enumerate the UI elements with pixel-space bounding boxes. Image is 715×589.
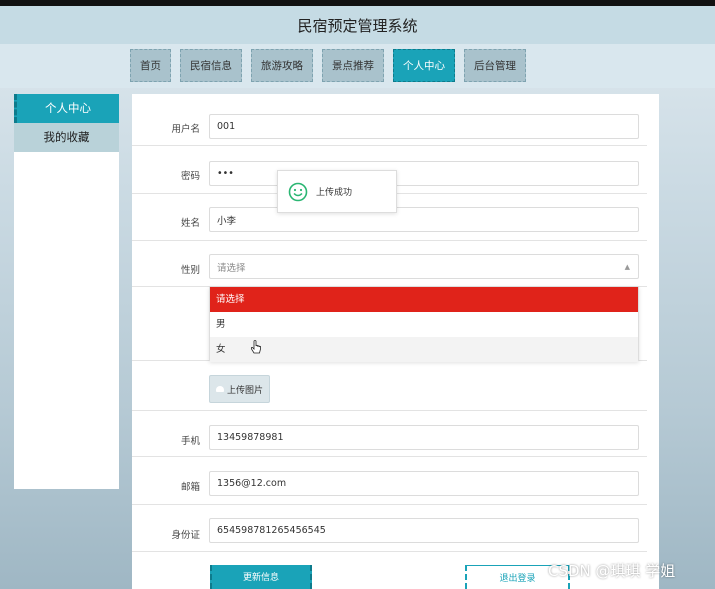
gender-label: 性别	[180, 265, 200, 276]
gender-select-value: 请选择	[217, 262, 246, 274]
upload-image-button[interactable]: 上传图片	[209, 375, 270, 403]
watermark: CSDN @琪琪 学姐	[548, 562, 676, 580]
nav-item-admin[interactable]: 后台管理	[464, 49, 526, 82]
name-input[interactable]	[209, 207, 639, 232]
smile-icon	[288, 182, 308, 201]
gender-option-placeholder[interactable]: 请选择	[210, 287, 638, 312]
sidebar-item-favorites[interactable]: 我的收藏	[14, 123, 119, 152]
username-label: 用户名	[171, 124, 200, 135]
gender-select[interactable]: 请选择 ▲	[209, 254, 639, 279]
sidebar-item-personal-center[interactable]: 个人中心	[14, 94, 119, 123]
password-label: 密码	[180, 171, 200, 182]
nav-item-homestay-info[interactable]: 民宿信息	[180, 49, 242, 82]
email-label: 邮箱	[180, 482, 200, 493]
cloud-upload-icon	[215, 386, 224, 392]
phone-input[interactable]	[209, 425, 639, 450]
idcard-label: 身份证	[171, 530, 200, 541]
phone-label: 手机	[180, 436, 200, 447]
name-label: 姓名	[180, 218, 200, 229]
toast-message: 上传成功	[277, 170, 397, 213]
nav-item-home[interactable]: 首页	[130, 49, 171, 82]
update-info-button[interactable]: 更新信息	[210, 565, 312, 589]
gender-dropdown: 请选择 男 女	[209, 286, 639, 362]
form-row-gender: 性别 请选择 ▲	[132, 241, 647, 287]
idcard-input[interactable]	[209, 518, 639, 543]
upload-image-label: 上传图片	[226, 385, 263, 396]
nav-item-attractions[interactable]: 景点推荐	[322, 49, 384, 82]
gender-option-male[interactable]: 男	[210, 312, 638, 337]
site-title: 民宿预定管理系统	[297, 16, 418, 35]
form-row-phone: 手机	[132, 411, 647, 457]
main-nav: 首页 民宿信息 旅游攻略 景点推荐 个人中心 后台管理	[130, 49, 535, 82]
username-input[interactable]	[209, 114, 639, 139]
nav-item-travel-guide[interactable]: 旅游攻略	[251, 49, 313, 82]
sidebar: 个人中心 我的收藏	[14, 94, 119, 489]
hand-cursor-icon	[250, 340, 261, 354]
caret-up-icon: ▲	[624, 262, 630, 271]
password-input[interactable]: •••	[209, 161, 639, 186]
gender-option-female[interactable]: 女	[210, 337, 638, 362]
email-input[interactable]	[209, 471, 639, 496]
header: 民宿预定管理系统	[0, 6, 715, 44]
form-row-email: 邮箱	[132, 457, 647, 505]
toast-text: 上传成功	[316, 188, 353, 198]
form-row-username: 用户名	[132, 94, 647, 146]
form-row-idcard: 身份证	[132, 505, 647, 552]
nav-item-personal-center[interactable]: 个人中心	[393, 49, 455, 82]
